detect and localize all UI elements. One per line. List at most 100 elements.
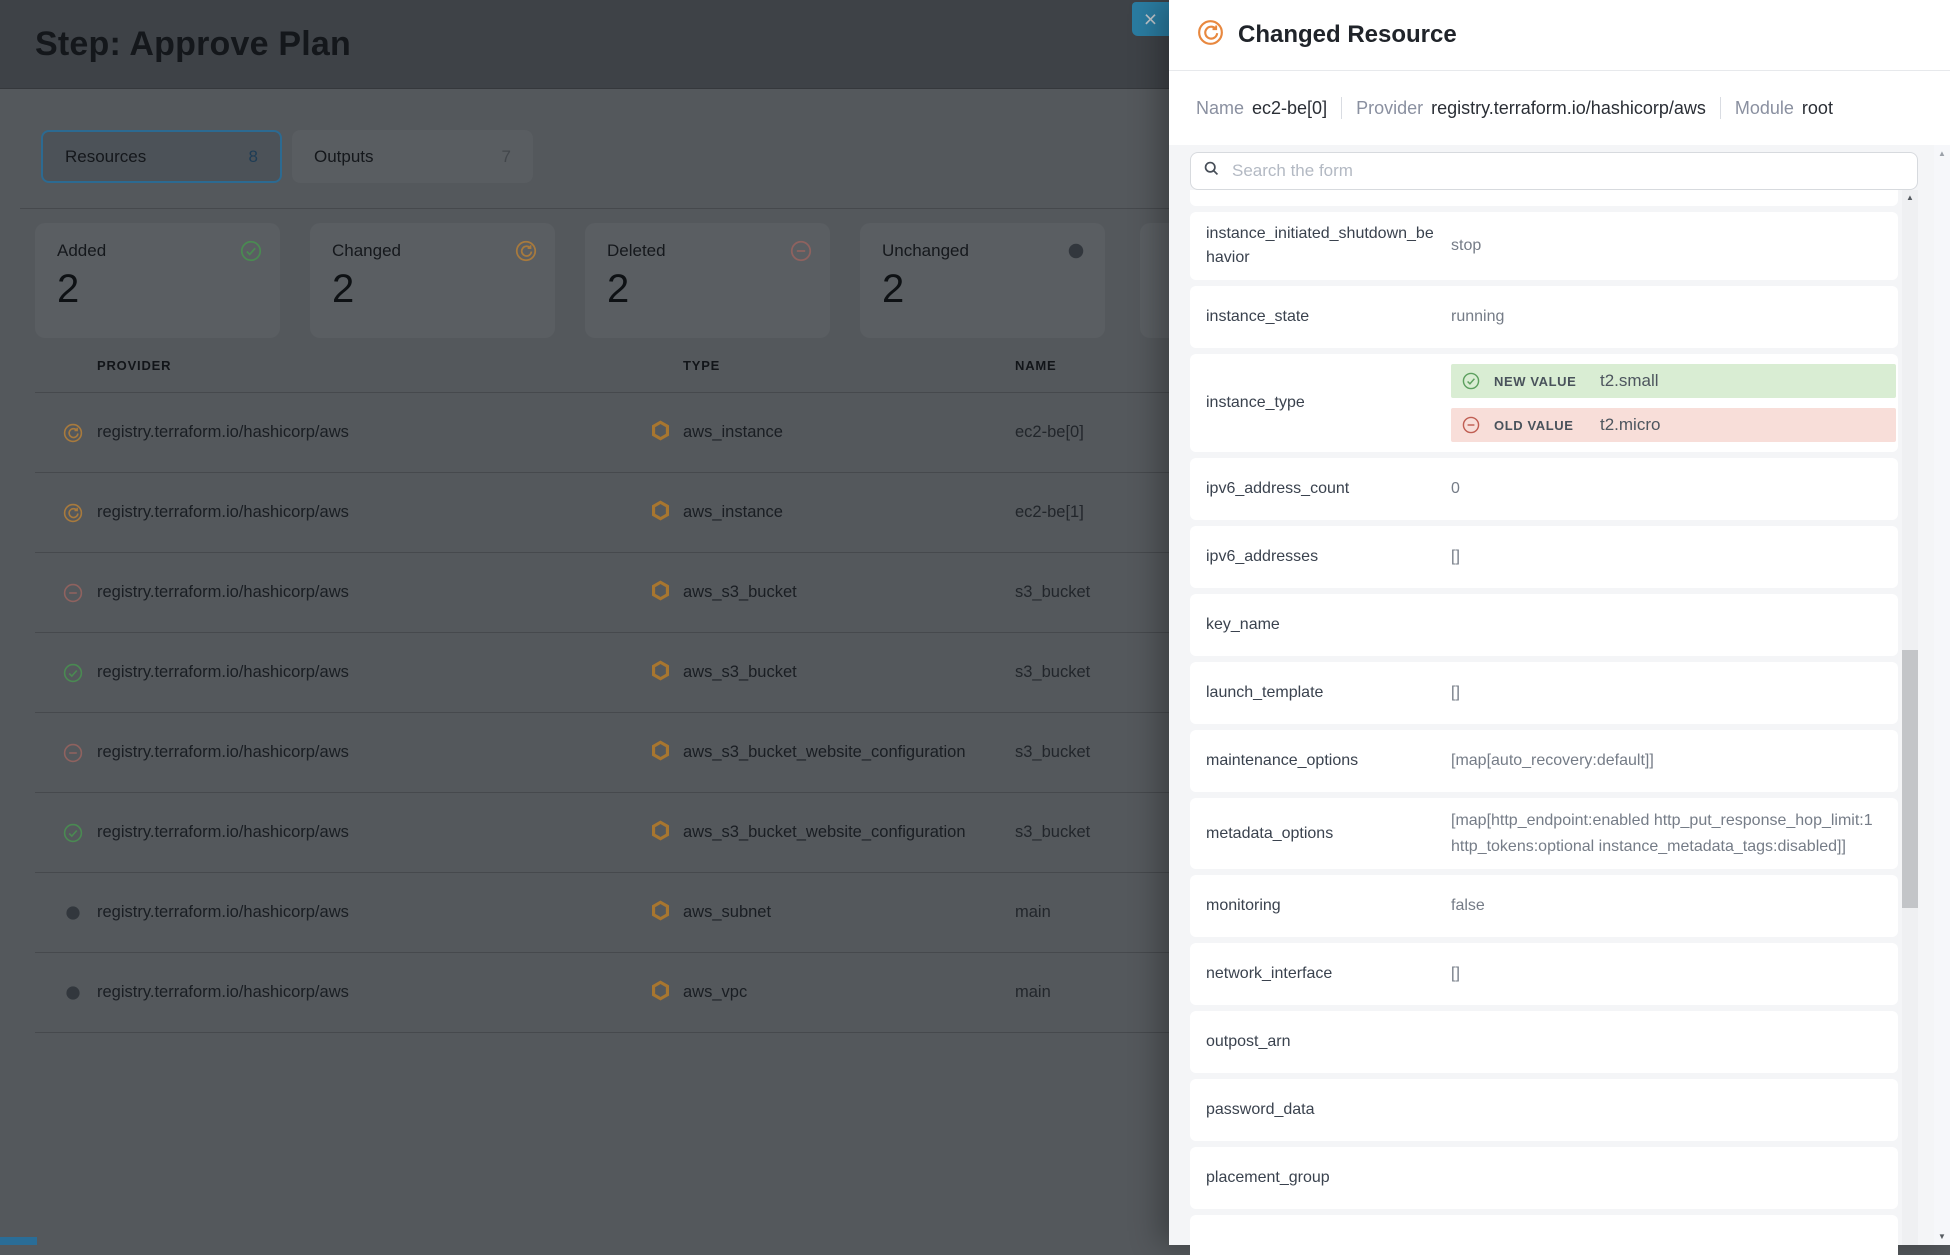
outer-scrollbar[interactable]: ▲ ▼: [1934, 145, 1950, 1245]
attribute-name: instance_initiated_shutdown_behavior: [1206, 222, 1451, 270]
table-row[interactable]: registry.terraform.io/hashicorp/awsaws_s…: [35, 553, 1215, 633]
minus-circle-icon: [1462, 416, 1480, 434]
changed-status-icon: [1197, 19, 1224, 51]
cell-provider: registry.terraform.io/hashicorp/aws: [97, 743, 650, 762]
cell-provider: registry.terraform.io/hashicorp/aws: [97, 583, 650, 602]
tab-label: Resources: [65, 147, 146, 167]
attribute-name: launch_template: [1206, 681, 1451, 705]
tab-outputs[interactable]: Outputs 7: [292, 130, 533, 183]
cell-provider: registry.terraform.io/hashicorp/aws: [97, 423, 650, 442]
close-icon[interactable]: ×: [1132, 2, 1169, 36]
cell-type: aws_instance: [683, 503, 1015, 522]
form-row-instance_initiated_shutdown_behavior: instance_initiated_shutdown_behaviorstop: [1190, 212, 1898, 280]
card-count: 2: [57, 269, 260, 309]
col-header-type: TYPE: [683, 358, 1015, 373]
aws-icon: [650, 660, 683, 686]
cell-type: aws_s3_bucket_website_configuration: [683, 823, 1015, 842]
meta-label: Provider: [1356, 98, 1423, 119]
changed-resource-drawer: Changed Resource Nameec2-be[0]Providerre…: [1169, 0, 1950, 1245]
card-label: Changed: [332, 241, 535, 261]
attribute-value: []: [1451, 680, 1898, 706]
table-row[interactable]: registry.terraform.io/hashicorp/aws aws_s…: [35, 793, 1215, 873]
old-value-band: OLD VALUEt2.micro: [1451, 408, 1896, 442]
form-row-outpost_arn: outpost_arn: [1190, 1011, 1898, 1073]
table-row[interactable]: registry.terraform.io/hashicorp/awsaws_i…: [35, 393, 1215, 473]
check-circle-icon: [1462, 372, 1480, 390]
new-value: t2.small: [1600, 371, 1659, 391]
attribute-value: []: [1451, 544, 1898, 570]
summary-cards: Added2Changed2Deleted2Unchanged2: [35, 223, 1105, 338]
tab-label: Outputs: [314, 147, 374, 167]
form-row-placement_group: placement_group: [1190, 1147, 1898, 1209]
value-diff: NEW VALUE t2.small OLD VALUEt2.micro: [1451, 364, 1898, 442]
form-row-monitoring: monitoringfalse: [1190, 875, 1898, 937]
card-label: Added: [57, 241, 260, 261]
attribute-name: outpost_arn: [1206, 1030, 1451, 1054]
attribute-name: placement_group: [1206, 1166, 1451, 1190]
unchanged-icon: [1065, 240, 1087, 267]
page-title: Step: Approve Plan: [35, 25, 351, 64]
attribute-name: network_interface: [1206, 962, 1451, 986]
unchanged-icon: [63, 903, 83, 923]
form-row-partial: [1190, 190, 1898, 206]
table-row[interactable]: registry.terraform.io/hashicorp/awsaws_v…: [35, 953, 1215, 1033]
drawer-title: Changed Resource: [1238, 21, 1457, 49]
tab-resources[interactable]: Resources 8: [41, 130, 282, 183]
cell-provider: registry.terraform.io/hashicorp/aws: [97, 823, 650, 842]
cell-provider: registry.terraform.io/hashicorp/aws: [97, 663, 650, 682]
changed-icon: [515, 240, 537, 267]
deleted-icon: [63, 583, 83, 603]
attribute-value: [map[http_endpoint:enabled http_put_resp…: [1451, 808, 1898, 859]
card-label: Deleted: [607, 241, 810, 261]
col-header-provider: PROVIDER: [97, 358, 650, 373]
scroll-down-icon[interactable]: ▼: [1934, 1232, 1950, 1241]
scroll-up-icon[interactable]: ▲: [1934, 149, 1950, 158]
inner-scrollbar[interactable]: ▲: [1902, 190, 1918, 1245]
resource-meta: Nameec2-be[0]Providerregistry.terraform.…: [1169, 71, 1950, 145]
cell-provider: registry.terraform.io/hashicorp/aws: [97, 503, 650, 522]
cell-provider: registry.terraform.io/hashicorp/aws: [97, 983, 650, 1002]
drawer-body: instance_initiated_shutdown_behaviorstop…: [1169, 145, 1950, 1245]
meta-value: registry.terraform.io/hashicorp/aws: [1431, 98, 1706, 119]
tab-bar: Resources 8 Outputs 7: [41, 130, 533, 183]
attribute-value: false: [1451, 893, 1898, 919]
card-label: Unchanged: [882, 241, 1085, 261]
aws-icon: [650, 980, 683, 1006]
attribute-name: ipv6_addresses: [1206, 545, 1451, 569]
form-row-metadata_options: metadata_options[map[http_endpoint:enabl…: [1190, 798, 1898, 869]
meta-label: Name: [1196, 98, 1244, 119]
scroll-up-icon[interactable]: ▲: [1902, 190, 1918, 206]
attribute-name: monitoring: [1206, 894, 1451, 918]
table-row[interactable]: registry.terraform.io/hashicorp/aws aws_i…: [35, 473, 1215, 553]
table-row[interactable]: registry.terraform.io/hashicorp/awsaws_s…: [35, 713, 1215, 793]
attribute-value: 0: [1451, 476, 1898, 502]
old-value-label: OLD VALUE: [1494, 418, 1586, 433]
meta-separator: [1720, 97, 1721, 119]
attribute-value: stop: [1451, 233, 1898, 259]
tab-count: 7: [502, 147, 511, 167]
table-header-row: PROVIDER TYPE NAME: [35, 338, 1215, 393]
table-row[interactable]: registry.terraform.io/hashicorp/awsaws_s…: [35, 873, 1215, 953]
aws-icon: [650, 900, 683, 926]
new-value-label: NEW VALUE: [1494, 374, 1586, 389]
tab-count: 8: [249, 147, 258, 167]
form-row-maintenance_options: maintenance_options[map[auto_recovery:de…: [1190, 730, 1898, 792]
deleted-icon: [790, 240, 812, 267]
search-input[interactable]: [1230, 160, 1905, 182]
cell-provider: registry.terraform.io/hashicorp/aws: [97, 903, 650, 922]
scrollbar-thumb[interactable]: [1902, 650, 1918, 908]
cell-type: aws_s3_bucket: [683, 663, 1015, 682]
summary-card-deleted: Deleted2: [585, 223, 830, 338]
attribute-name: maintenance_options: [1206, 749, 1451, 773]
unchanged-icon: [63, 983, 83, 1003]
aws-icon: [650, 420, 683, 446]
meta-separator: [1341, 97, 1342, 119]
form-row-instance_type: instance_typeNEW VALUEt2.smallOLD VALUEt…: [1190, 354, 1898, 452]
attribute-name: key_name: [1206, 613, 1451, 637]
table-row[interactable]: registry.terraform.io/hashicorp/aws aws_s…: [35, 633, 1215, 713]
form-row-ipv6_addresses: ipv6_addresses[]: [1190, 526, 1898, 588]
attribute-list: instance_initiated_shutdown_behaviorstop…: [1190, 190, 1898, 1255]
card-count: 2: [332, 269, 535, 309]
drawer-header: Changed Resource: [1169, 0, 1950, 71]
attribute-name: metadata_options: [1206, 822, 1451, 846]
